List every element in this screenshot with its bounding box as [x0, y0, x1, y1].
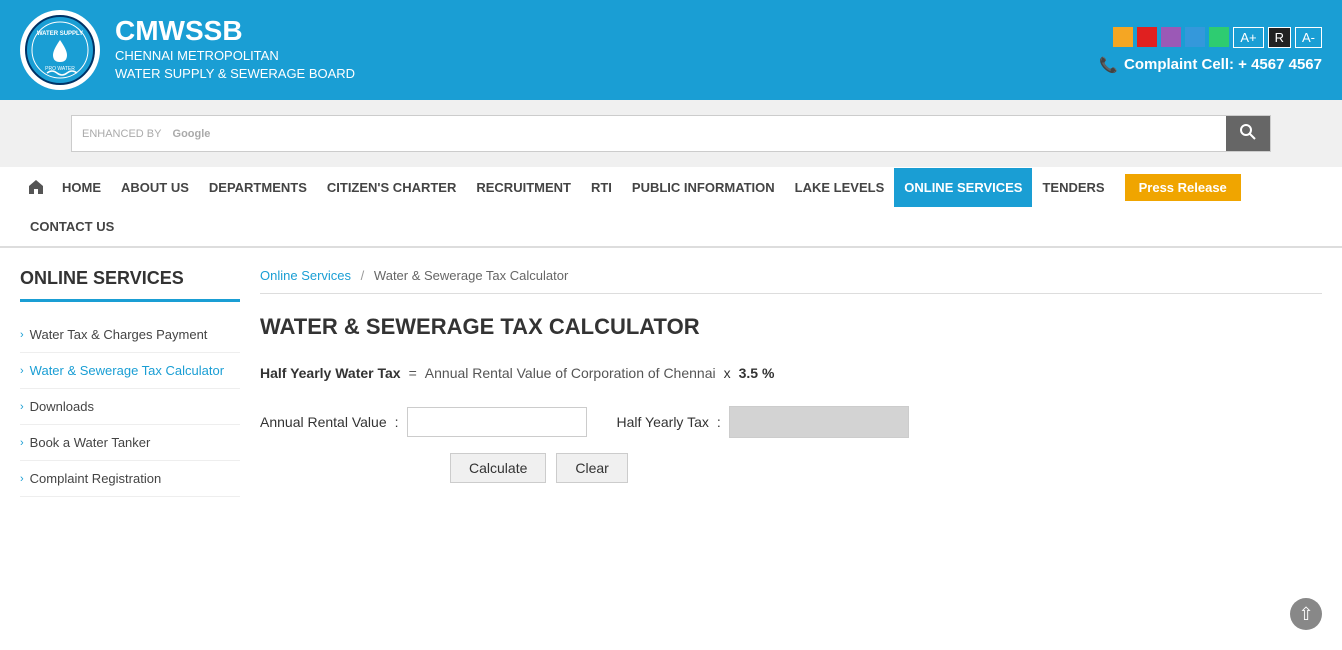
sidebar-item-label: Complaint Registration — [30, 471, 240, 486]
nav-home[interactable]: HOME — [52, 168, 111, 207]
annual-rental-colon: : — [395, 414, 399, 430]
chevron-icon: › — [20, 365, 24, 377]
content: Online Services / Water & Sewerage Tax C… — [260, 268, 1322, 497]
main: ONLINE SERVICES › Water Tax & Charges Pa… — [0, 248, 1342, 517]
search-bar: ENHANCED BY Google — [0, 100, 1342, 167]
breadcrumb-current: Water & Sewerage Tax Calculator — [374, 268, 568, 283]
color-purple[interactable] — [1161, 27, 1181, 47]
press-release-button[interactable]: Press Release — [1125, 174, 1241, 201]
nav-departments[interactable]: DEPARTMENTS — [199, 168, 317, 207]
nav-tenders[interactable]: TENDERS — [1032, 168, 1114, 207]
header-right: A+ R A- 📞 Complaint Cell: + 4567 4567 — [1099, 27, 1322, 74]
nav-about[interactable]: ABOUT US — [111, 168, 199, 207]
sidebar-item-tax-calculator[interactable]: › Water & Sewerage Tax Calculator — [20, 353, 240, 389]
nav-online-services[interactable]: ONLINE SERVICES — [894, 168, 1032, 207]
sidebar-item-downloads[interactable]: › Downloads — [20, 389, 240, 425]
complaint-cell: 📞 Complaint Cell: + 4567 4567 — [1099, 56, 1322, 74]
breadcrumb-separator: / — [361, 268, 365, 283]
font-reset-button[interactable]: R — [1268, 27, 1291, 48]
color-blue[interactable] — [1185, 27, 1205, 47]
nav-rti[interactable]: RTI — [581, 168, 622, 207]
chevron-icon: › — [20, 401, 24, 413]
home-icon[interactable] — [20, 167, 52, 207]
sidebar-item-label: Water & Sewerage Tax Calculator — [30, 363, 240, 378]
half-yearly-colon: : — [717, 414, 721, 430]
search-inner: ENHANCED BY Google — [71, 115, 1271, 152]
nav-charter[interactable]: CITIZEN'S CHARTER — [317, 168, 466, 207]
color-green[interactable] — [1209, 27, 1229, 47]
formula-x: x — [724, 365, 731, 381]
btn-row: Calculate Clear — [450, 453, 1322, 483]
sidebar-title: ONLINE SERVICES — [20, 268, 240, 302]
annual-rental-input[interactable] — [407, 407, 587, 437]
sidebar-item-label: Water Tax & Charges Payment — [30, 327, 240, 342]
half-yearly-label: Half Yearly Tax — [617, 414, 709, 430]
chevron-icon: › — [20, 473, 24, 485]
scroll-to-top[interactable]: ⇧ — [1290, 598, 1322, 630]
svg-text:WATER SUPPLY: WATER SUPPLY — [37, 31, 83, 37]
formula-equals: = — [409, 365, 417, 381]
sidebar: ONLINE SERVICES › Water Tax & Charges Pa… — [20, 268, 240, 497]
calculate-button[interactable]: Calculate — [450, 453, 546, 483]
nav-lake-levels[interactable]: LAKE LEVELS — [785, 168, 895, 207]
enhanced-label: ENHANCED BY Google — [72, 116, 220, 151]
nav-row2: CONTACT US — [20, 207, 1322, 246]
annual-rental-group: Annual Rental Value : — [260, 407, 587, 437]
formula-label: Half Yearly Water Tax — [260, 365, 401, 381]
breadcrumb: Online Services / Water & Sewerage Tax C… — [260, 268, 1322, 294]
accessibility-bar: A+ R A- — [1099, 27, 1322, 48]
font-increase-button[interactable]: A+ — [1233, 27, 1263, 48]
sidebar-item-label: Book a Water Tanker — [30, 435, 240, 450]
nav-public-info[interactable]: PUBLIC INFORMATION — [622, 168, 785, 207]
nav-bar: HOME ABOUT US DEPARTMENTS CITIZEN'S CHAR… — [0, 167, 1342, 248]
clear-button[interactable]: Clear — [556, 453, 627, 483]
chevron-icon: › — [20, 329, 24, 341]
chevron-icon: › — [20, 437, 24, 449]
color-red[interactable] — [1137, 27, 1157, 47]
logo: WATER SUPPLY PRO WATER — [20, 10, 100, 90]
breadcrumb-link[interactable]: Online Services — [260, 268, 351, 283]
header-left: WATER SUPPLY PRO WATER CMWSSB CHENNAI ME… — [20, 10, 355, 90]
color-yellow[interactable] — [1113, 27, 1133, 47]
search-button[interactable] — [1226, 116, 1270, 151]
formula-percent: 3.5 % — [739, 365, 775, 381]
nav-recruitment[interactable]: RECRUITMENT — [466, 168, 581, 207]
nav-contact[interactable]: CONTACT US — [20, 207, 124, 246]
org-short: CMWSSB — [115, 16, 355, 47]
phone-icon: 📞 — [1099, 56, 1118, 74]
sidebar-item-water-tax[interactable]: › Water Tax & Charges Payment — [20, 317, 240, 353]
search-input[interactable] — [220, 116, 1226, 151]
nav-inner: HOME ABOUT US DEPARTMENTS CITIZEN'S CHAR… — [20, 167, 1322, 207]
sidebar-item-label: Downloads — [30, 399, 240, 414]
half-yearly-result — [729, 406, 909, 438]
formula-value: Annual Rental Value of Corporation of Ch… — [425, 365, 716, 381]
org-full: CHENNAI METROPOLITAN WATER SUPPLY & SEWE… — [115, 47, 355, 83]
page-title: WATER & SEWERAGE TAX CALCULATOR — [260, 314, 1322, 340]
formula-row: Half Yearly Water Tax = Annual Rental Va… — [260, 365, 1322, 381]
form-row: Annual Rental Value : Half Yearly Tax : — [260, 406, 1322, 438]
header-title: CMWSSB CHENNAI METROPOLITAN WATER SUPPLY… — [115, 16, 355, 83]
half-yearly-group: Half Yearly Tax : — [617, 406, 909, 438]
sidebar-item-water-tanker[interactable]: › Book a Water Tanker — [20, 425, 240, 461]
annual-rental-label: Annual Rental Value — [260, 414, 387, 430]
header: WATER SUPPLY PRO WATER CMWSSB CHENNAI ME… — [0, 0, 1342, 100]
font-decrease-button[interactable]: A- — [1295, 27, 1322, 48]
sidebar-item-complaint[interactable]: › Complaint Registration — [20, 461, 240, 497]
